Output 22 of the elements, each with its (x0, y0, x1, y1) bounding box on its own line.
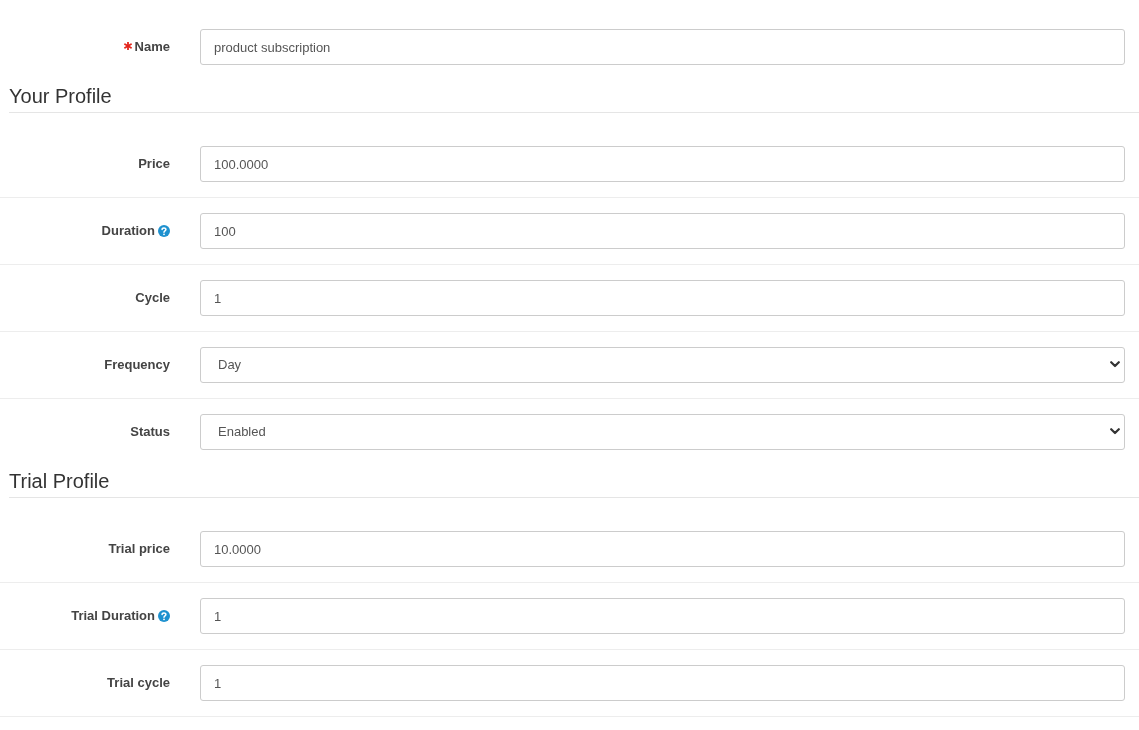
field-label: Trial Duration (71, 607, 155, 626)
field-label: Trial cycle (107, 674, 170, 693)
text-field[interactable]: 1 (200, 665, 1125, 701)
field-label: Name (134, 38, 170, 57)
field-label: Duration (101, 222, 155, 241)
text-field[interactable]: 1 (200, 280, 1125, 316)
text-field[interactable]: 10.0000 (200, 531, 1125, 567)
text-field[interactable]: 1 (200, 598, 1125, 634)
text-field[interactable]: 100.0000 (200, 146, 1125, 182)
dropdown[interactable]: Day (200, 347, 1125, 383)
field-label: Price (138, 155, 170, 174)
dropdown[interactable]: Enabled (200, 414, 1125, 450)
text-field[interactable]: product subscription (200, 29, 1125, 65)
chevron-down-icon (1110, 428, 1120, 435)
field-label: Cycle (135, 289, 170, 308)
text-field[interactable]: 100 (200, 213, 1125, 249)
field-label: Trial price (108, 540, 170, 559)
field-label: Frequency (104, 356, 170, 375)
chevron-down-icon (1110, 361, 1120, 368)
section-heading: Your Profile (9, 84, 1139, 113)
field-label: Status (130, 423, 170, 442)
section-heading: Trial Profile (9, 469, 1139, 498)
